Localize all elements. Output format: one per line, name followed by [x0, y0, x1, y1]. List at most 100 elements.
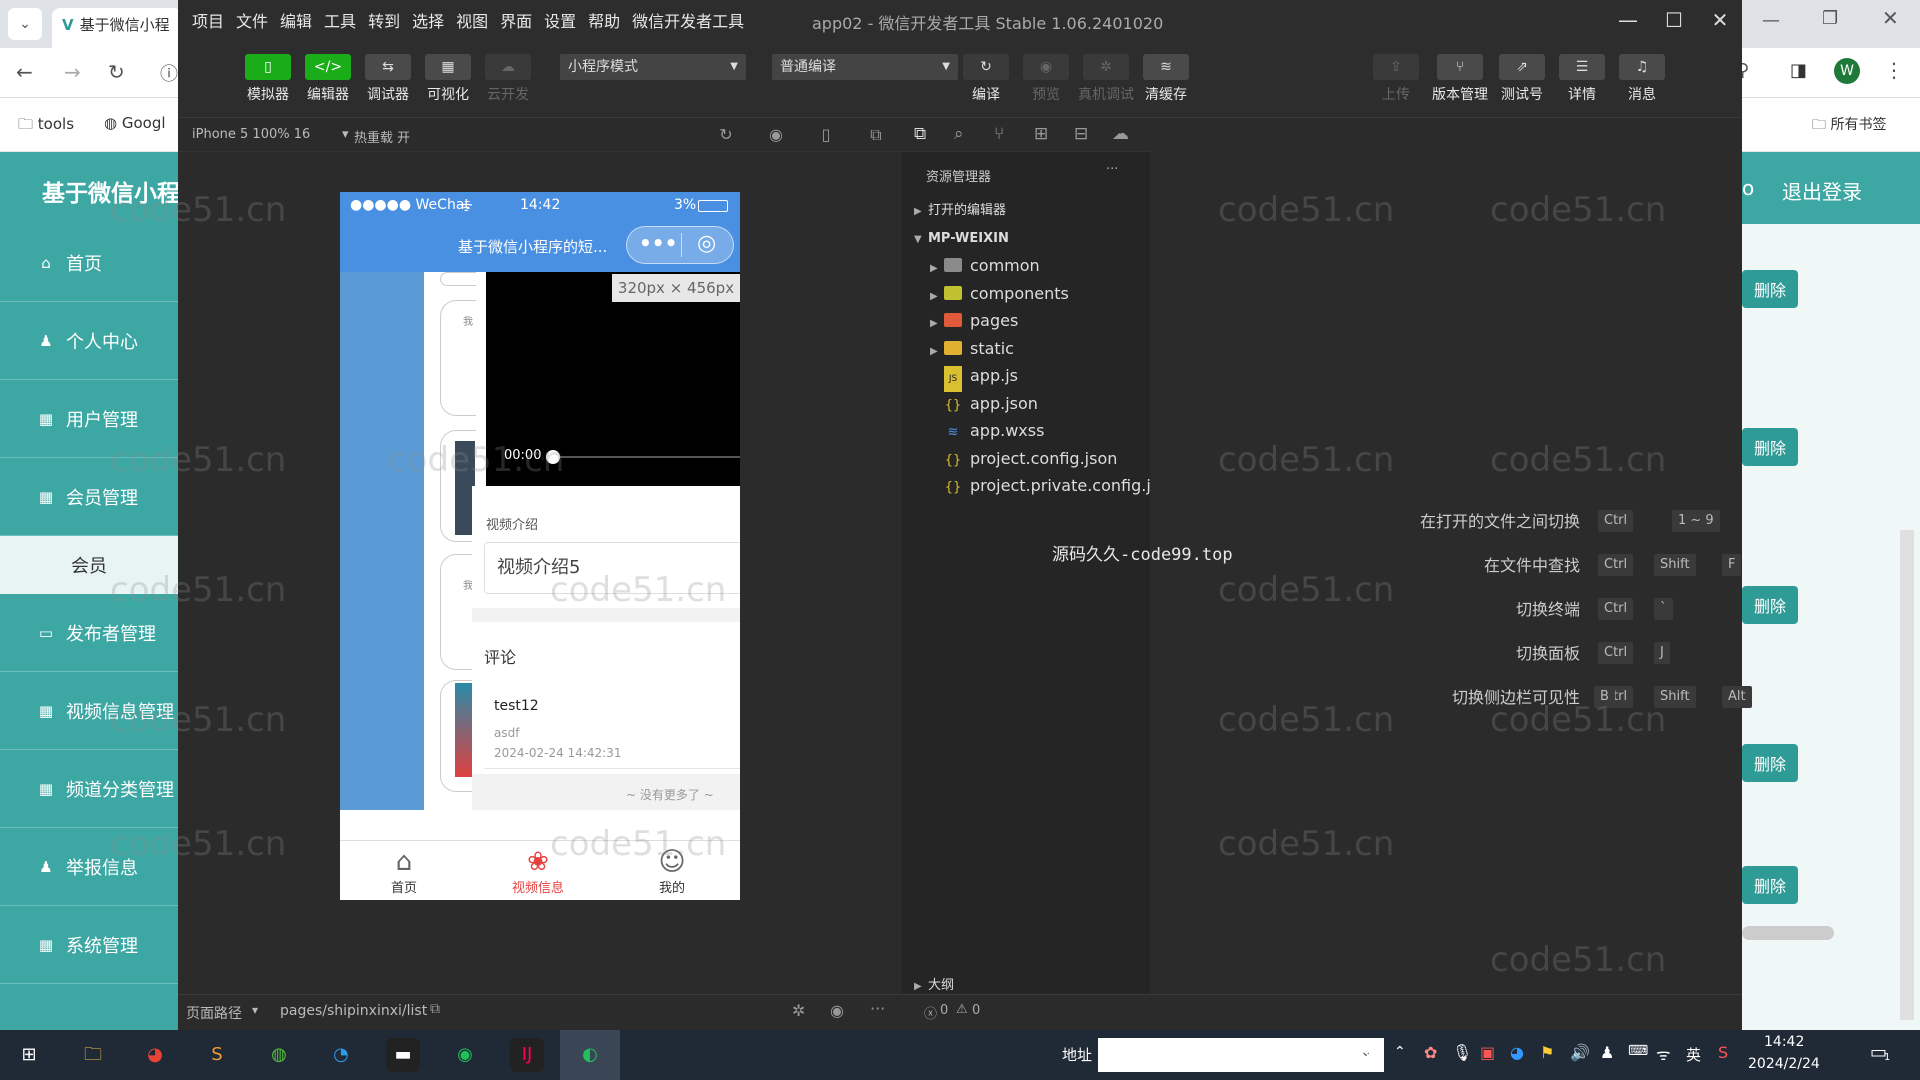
- tab-video-info[interactable]: ❀ 视频信息: [498, 847, 578, 896]
- sidebar-item-profile[interactable]: ♟ 个人中心: [0, 302, 178, 380]
- compile-button[interactable]: ↻ 编译: [958, 54, 1014, 104]
- menu-view[interactable]: 视图: [456, 8, 488, 32]
- compile-select[interactable]: 普通编译 ▼: [772, 54, 958, 80]
- source-control-icon[interactable]: ⑂: [994, 124, 1004, 144]
- minimize-icon[interactable]: —: [1606, 4, 1650, 36]
- eye-icon[interactable]: ◉: [830, 1001, 844, 1020]
- list-card[interactable]: [440, 430, 476, 542]
- chevron-up-icon[interactable]: ⌃: [1394, 1044, 1406, 1060]
- close-icon[interactable]: ✕: [1882, 6, 1899, 30]
- tray-flag-icon[interactable]: ⚑: [1540, 1043, 1554, 1062]
- sidebar-item-users[interactable]: ▦ 用户管理: [0, 380, 178, 458]
- wechat-icon[interactable]: ◉: [448, 1038, 482, 1072]
- test-account-button[interactable]: ⇗ 测试号: [1494, 54, 1550, 104]
- browser-tab[interactable]: V 基于微信小程: [52, 8, 182, 48]
- simulator-toggle-button[interactable]: ▯ 模拟器: [240, 54, 296, 104]
- list-card[interactable]: 我: [440, 554, 476, 670]
- menu-help[interactable]: 帮助: [588, 8, 620, 32]
- editor-toggle-button[interactable]: </> 编辑器: [300, 54, 356, 104]
- preview-button[interactable]: ◉ 预览: [1018, 54, 1074, 104]
- tray-blue-icon[interactable]: ◕: [1510, 1043, 1524, 1062]
- tree-file-app-json[interactable]: {} app.json: [944, 391, 1038, 417]
- phone-rotate-icon[interactable]: ▯: [816, 125, 836, 145]
- tree-file-app-js[interactable]: JS app.js: [944, 363, 1018, 392]
- menu-select[interactable]: 选择: [412, 8, 444, 32]
- bookmark-tools[interactable]: 🗀 tools: [18, 114, 74, 139]
- minimize-icon[interactable]: —: [1762, 10, 1780, 31]
- cloud-dev-button[interactable]: ☁ 云开发: [480, 54, 536, 104]
- logout-link[interactable]: 退出登录: [1782, 176, 1862, 205]
- menu-interface[interactable]: 界面: [500, 8, 532, 32]
- menu-edit[interactable]: 编辑: [280, 8, 312, 32]
- video-progress-track[interactable]: [552, 456, 740, 458]
- tab-search-chevron-icon[interactable]: ⌄: [8, 8, 42, 40]
- menu-settings[interactable]: 设置: [544, 8, 576, 32]
- tray-app-icon[interactable]: ✿: [1424, 1043, 1437, 1062]
- sogou-icon[interactable]: S: [1718, 1043, 1728, 1062]
- refresh-icon[interactable]: ↻: [716, 125, 736, 145]
- restore-icon[interactable]: ❐: [1822, 8, 1838, 29]
- delete-button[interactable]: 删除: [1742, 866, 1798, 904]
- chrome-icon[interactable]: ◕: [138, 1038, 172, 1072]
- sidebar-item-videos[interactable]: ▦ 视频信息管理: [0, 672, 178, 750]
- device-select-caret-icon[interactable]: ▾: [342, 127, 349, 142]
- all-bookmarks[interactable]: 🗀 所有书签: [1812, 114, 1886, 138]
- sidebar-item-system[interactable]: ▦ 系统管理: [0, 906, 178, 984]
- wifi-icon[interactable]: ᯤ: [1656, 1043, 1671, 1065]
- microphone-icon[interactable]: 🎙: [1452, 1043, 1472, 1062]
- cloud-service-icon[interactable]: ☁: [1112, 124, 1129, 144]
- hot-reload-select[interactable]: 热重载 开: [354, 127, 410, 146]
- volume-icon[interactable]: 🔊: [1570, 1043, 1590, 1062]
- terminal-icon[interactable]: ▬: [386, 1038, 420, 1072]
- delete-button[interactable]: 删除: [1742, 270, 1798, 308]
- sidebar-subitem-member[interactable]: 会员: [0, 536, 178, 594]
- visual-toggle-button[interactable]: ▦ 可视化: [420, 54, 476, 104]
- sidebar-item-home[interactable]: ⌂ 首页: [0, 224, 178, 302]
- menu-project[interactable]: 项目: [192, 8, 224, 32]
- tree-folder-pages[interactable]: ▶ pages: [930, 308, 1018, 334]
- start-icon[interactable]: ⊞: [12, 1038, 46, 1072]
- search-icon[interactable]: ⌕: [954, 124, 964, 144]
- mode-select[interactable]: 小程序模式 ▼: [560, 54, 746, 80]
- sidebar-item-members[interactable]: ▦ 会员管理: [0, 458, 178, 536]
- forward-icon[interactable]: →: [64, 60, 81, 84]
- refresh-icon[interactable]: ↻: [1358, 1044, 1384, 1063]
- address-input[interactable]: ⌄: [1098, 1038, 1384, 1072]
- input-method-icon[interactable]: ⌨: [1628, 1043, 1648, 1059]
- taskbar-time[interactable]: 14:42: [1764, 1034, 1804, 1050]
- tree-folder-static[interactable]: ▶ static: [930, 336, 1014, 362]
- page-path-label[interactable]: 页面路径: [186, 1003, 242, 1023]
- list-card[interactable]: [440, 680, 476, 792]
- stop-icon[interactable]: ◉: [766, 125, 786, 145]
- messages-button[interactable]: ♫ 消息: [1614, 54, 1670, 104]
- tree-folder-components[interactable]: ▶ components: [930, 281, 1069, 307]
- close-icon[interactable]: ✕: [1698, 4, 1742, 36]
- tree-file-project-private-config[interactable]: {} project.private.config.js...: [944, 473, 1175, 499]
- popout-icon[interactable]: ⧉: [866, 125, 886, 145]
- debugger-toggle-button[interactable]: ⇆ 调试器: [360, 54, 416, 104]
- open-editors-section[interactable]: ▶ 打开的编辑器: [914, 198, 1006, 224]
- list-card[interactable]: 我: [440, 300, 476, 416]
- wechat-devtools-icon[interactable]: ◐: [560, 1030, 620, 1080]
- menu-goto[interactable]: 转到: [368, 8, 400, 32]
- more-icon[interactable]: ···: [870, 999, 885, 1018]
- extensions-icon[interactable]: ⊞: [1034, 124, 1048, 144]
- profile-avatar[interactable]: W: [1834, 58, 1860, 84]
- tree-folder-common[interactable]: ▶ common: [930, 253, 1040, 279]
- menu-file[interactable]: 文件: [236, 8, 268, 32]
- file-explorer-icon[interactable]: 🗀: [76, 1038, 110, 1072]
- table-horizontal-scrollbar[interactable]: [1742, 926, 1834, 940]
- sidebar-item-channels[interactable]: ▦ 频道分类管理: [0, 750, 178, 828]
- back-icon[interactable]: ←: [16, 60, 33, 84]
- menu-kebab-icon[interactable]: ⋮: [1884, 58, 1904, 82]
- device-select[interactable]: iPhone 5 100% 16: [192, 127, 310, 142]
- files-icon[interactable]: ⧉: [914, 124, 926, 144]
- version-management-button[interactable]: ⑂ 版本管理: [1430, 54, 1490, 104]
- sidepanel-icon[interactable]: ◨: [1790, 60, 1807, 81]
- delete-button[interactable]: 删除: [1742, 428, 1798, 466]
- tab-mine[interactable]: ☺ 我的: [632, 847, 712, 896]
- real-device-debug-button[interactable]: ✲ 真机调试: [1078, 54, 1134, 104]
- copy-icon[interactable]: ⧉: [430, 1001, 440, 1017]
- maximize-icon[interactable]: ☐: [1652, 4, 1696, 36]
- menu-devtools[interactable]: 微信开发者工具: [632, 8, 744, 32]
